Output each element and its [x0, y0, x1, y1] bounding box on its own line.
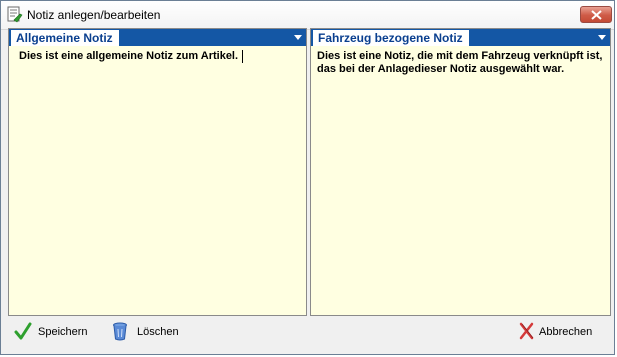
- checkmark-icon: [14, 322, 32, 340]
- vehicle-note-textarea[interactable]: Dies ist eine Notiz, die mit dem Fahrzeu…: [317, 50, 607, 76]
- title-bar[interactable]: Notiz anlegen/bearbeiten: [1, 1, 614, 30]
- dialog-window: Notiz anlegen/bearbeiten Allgemeine Noti…: [0, 0, 615, 355]
- chevron-down-icon[interactable]: [598, 35, 606, 40]
- general-note-text: Dies ist eine allgemeine Notiz zum Artik…: [19, 50, 239, 62]
- chevron-down-icon[interactable]: [294, 35, 302, 40]
- general-note-panel: Allgemeine Notiz Dies ist eine allgemein…: [8, 28, 307, 316]
- vehicle-note-title: Fahrzeug bezogene Notiz: [313, 30, 469, 46]
- close-button[interactable]: [580, 6, 612, 23]
- cancel-x-icon: [519, 322, 534, 340]
- general-note-header[interactable]: Allgemeine Notiz: [9, 29, 306, 46]
- vehicle-note-header[interactable]: Fahrzeug bezogene Notiz: [311, 29, 610, 46]
- vehicle-note-text: Dies ist eine Notiz, die mit dem Fahrzeu…: [317, 50, 603, 75]
- note-edit-icon: [7, 6, 23, 23]
- trash-icon: [113, 322, 127, 341]
- general-note-textarea[interactable]: Dies ist eine allgemeine Notiz zum Artik…: [19, 50, 299, 63]
- cancel-label: Abbrechen: [539, 326, 593, 338]
- vehicle-note-panel: Fahrzeug bezogene Notiz Dies ist eine No…: [310, 28, 611, 316]
- text-cursor: [242, 50, 244, 63]
- delete-button[interactable]: Löschen: [111, 321, 191, 343]
- save-button[interactable]: Speichern: [14, 321, 94, 343]
- cancel-button[interactable]: Abbrechen: [518, 321, 608, 343]
- window-title: Notiz anlegen/bearbeiten: [27, 8, 161, 22]
- general-note-title: Allgemeine Notiz: [11, 30, 119, 46]
- delete-label: Löschen: [137, 326, 179, 338]
- save-label: Speichern: [38, 326, 88, 338]
- close-icon: [591, 10, 602, 20]
